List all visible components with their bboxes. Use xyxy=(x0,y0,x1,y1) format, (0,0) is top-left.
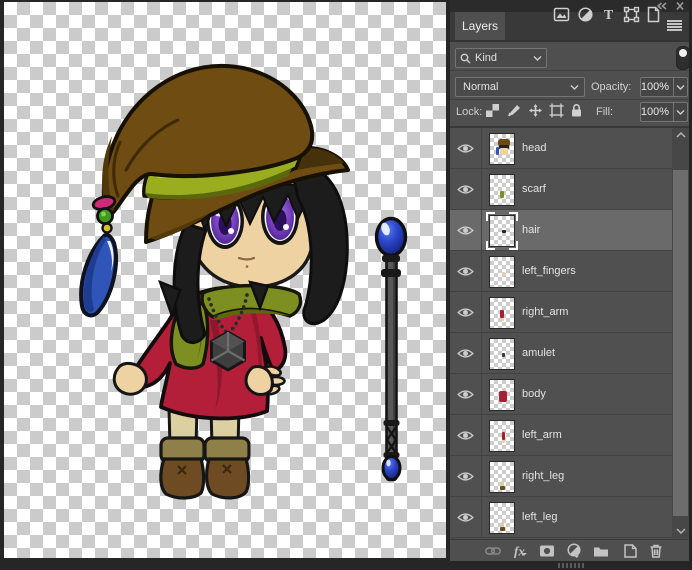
close-icon[interactable] xyxy=(674,2,686,10)
chevron-down-icon xyxy=(570,85,579,90)
type-filter-icon[interactable]: T xyxy=(600,6,617,23)
blend-mode-select[interactable]: Normal xyxy=(455,77,585,97)
divider xyxy=(450,40,692,42)
layer-name: scarf xyxy=(522,183,546,195)
filter-kind-select[interactable]: Kind xyxy=(455,48,547,68)
tab-layers[interactable]: Layers xyxy=(455,12,505,40)
layer-thumbnail[interactable] xyxy=(489,502,515,534)
layers-panel: Layers Kind T Normal Opacity: 100% Lock:… xyxy=(450,0,692,570)
divider xyxy=(450,99,689,100)
panel-menu-icon[interactable] xyxy=(667,20,682,31)
lock-image-pixels-icon[interactable] xyxy=(507,103,522,118)
fill-dropdown-icon[interactable] xyxy=(674,102,688,122)
layer-row-right-arm[interactable]: right_arm xyxy=(450,292,672,333)
layer-row-head[interactable]: head xyxy=(450,128,672,169)
layer-thumbnail[interactable] xyxy=(489,297,515,329)
scroll-down-icon[interactable] xyxy=(672,524,689,538)
panel-resize-grip[interactable] xyxy=(558,563,584,568)
beads-feather-group xyxy=(79,195,119,318)
layer-name: left_arm xyxy=(522,429,562,441)
layer-name: right_arm xyxy=(522,306,569,318)
opacity-value[interactable]: 100% xyxy=(640,77,674,97)
layer-row-scarf[interactable]: scarf xyxy=(450,169,672,210)
smart-object-filter-icon[interactable] xyxy=(645,6,662,23)
svg-text:fx: fx xyxy=(514,544,525,559)
layer-name: head xyxy=(522,142,547,154)
delete-layer-icon[interactable] xyxy=(648,543,664,559)
layer-effects-icon[interactable]: fx xyxy=(512,543,534,559)
visibility-eye-icon[interactable] xyxy=(450,210,482,250)
layer-thumbnail[interactable] xyxy=(489,256,515,288)
layer-thumbnail[interactable] xyxy=(489,461,515,493)
panel-bottom-strip xyxy=(450,561,692,570)
visibility-eye-icon[interactable] xyxy=(450,292,482,332)
visibility-eye-icon[interactable] xyxy=(450,128,482,168)
divider xyxy=(450,70,689,71)
visibility-eye-icon[interactable] xyxy=(450,456,482,496)
adjustment-filter-icon[interactable] xyxy=(577,6,594,23)
layer-row-hair[interactable]: hair xyxy=(450,210,672,251)
new-group-icon[interactable] xyxy=(593,543,609,559)
visibility-eye-icon[interactable] xyxy=(450,374,482,414)
lock-transparent-pixels-icon[interactable] xyxy=(485,103,500,118)
character-illustration xyxy=(79,63,408,500)
layer-row-body[interactable]: body xyxy=(450,374,672,415)
scrollbar-thumb[interactable] xyxy=(673,170,688,516)
search-icon xyxy=(460,53,471,63)
layers-panel-toolbar: fx xyxy=(450,539,689,561)
legs-group xyxy=(159,406,251,500)
layer-name: body xyxy=(522,388,546,400)
chevron-down-icon xyxy=(533,56,542,61)
layer-list-scrollbar[interactable] xyxy=(672,128,689,538)
layer-name: left_fingers xyxy=(522,265,576,277)
layer-list: head scarf hair left_fingers right_arm a… xyxy=(450,128,689,538)
lock-label: Lock: xyxy=(456,106,483,118)
link-layers-icon[interactable] xyxy=(485,543,501,559)
new-adjustment-layer-icon[interactable] xyxy=(566,543,582,559)
svg-text:T: T xyxy=(604,8,614,23)
layer-filtering-toggle[interactable] xyxy=(676,46,690,70)
layer-row-left-arm[interactable]: left_arm xyxy=(450,415,672,456)
document-canvas[interactable] xyxy=(4,2,446,558)
new-layer-icon[interactable] xyxy=(622,543,638,559)
layer-row-right-leg[interactable]: right_leg xyxy=(450,456,672,497)
layer-thumbnail[interactable] xyxy=(489,420,515,452)
photoshop-window: Layers Kind T Normal Opacity: 100% Lock:… xyxy=(0,0,692,570)
layer-name: left_leg xyxy=(522,511,558,523)
layer-row-left-fingers[interactable]: left_fingers xyxy=(450,251,672,292)
visibility-eye-icon[interactable] xyxy=(450,497,482,537)
lock-all-icon[interactable] xyxy=(569,103,584,118)
layer-name: amulet xyxy=(522,347,556,359)
fill-value[interactable]: 100% xyxy=(640,102,674,122)
lock-position-icon[interactable] xyxy=(528,103,543,118)
layer-thumbnail[interactable] xyxy=(489,338,515,370)
add-layer-mask-icon[interactable] xyxy=(539,543,555,559)
visibility-eye-icon[interactable] xyxy=(450,333,482,373)
layer-name: hair xyxy=(522,224,541,236)
opacity-label: Opacity: xyxy=(591,81,632,93)
visibility-eye-icon[interactable] xyxy=(450,169,482,209)
layer-row-left-leg[interactable]: left_leg xyxy=(450,497,672,538)
visibility-eye-icon[interactable] xyxy=(450,251,482,291)
fill-label: Fill: xyxy=(596,106,614,118)
visibility-eye-icon[interactable] xyxy=(450,415,482,455)
shape-filter-icon[interactable] xyxy=(623,6,640,23)
layer-row-amulet[interactable]: amulet xyxy=(450,333,672,374)
layer-name: right_leg xyxy=(522,470,565,482)
staff-group xyxy=(374,216,408,482)
scroll-up-icon[interactable] xyxy=(672,128,689,142)
pixel-filter-icon[interactable] xyxy=(553,6,570,23)
layer-thumbnail[interactable] xyxy=(489,174,515,206)
layer-thumbnail[interactable] xyxy=(489,379,515,411)
lock-artboard-icon[interactable] xyxy=(549,103,564,118)
layer-thumbnail[interactable] xyxy=(489,133,515,165)
opacity-dropdown-icon[interactable] xyxy=(674,77,688,97)
